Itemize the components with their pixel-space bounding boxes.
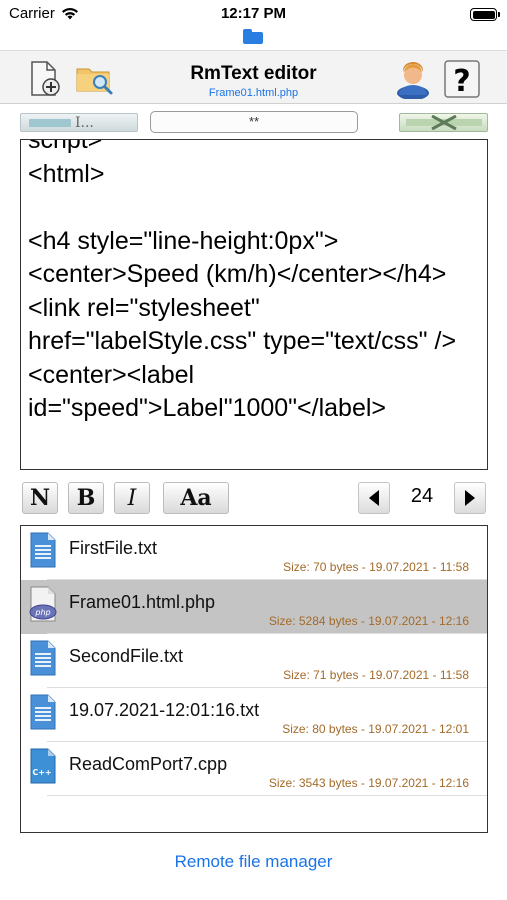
file-meta: Size: 80 bytes - 19.07.2021 - 12:01 xyxy=(282,722,469,736)
clock: 12:17 PM xyxy=(220,5,287,22)
file-row-4[interactable]: C++ ReadComPort7.cpp Size: 3543 bytes - … xyxy=(21,742,487,796)
status-bar: Carrier 12:17 PM xyxy=(0,0,507,30)
search-folder-icon xyxy=(76,68,113,95)
file-row-3[interactable]: 19.07.2021-12:01:16.txt Size: 80 bytes -… xyxy=(21,688,487,742)
txt-file-icon xyxy=(30,694,56,730)
app-title: RmText editor xyxy=(190,63,317,84)
search-field[interactable]: ** xyxy=(150,111,358,133)
page-number: 24 xyxy=(410,485,434,507)
clear-icon xyxy=(405,115,482,130)
clear-button[interactable] xyxy=(399,113,488,132)
folder-icon[interactable] xyxy=(243,29,263,44)
help-button[interactable]: ? xyxy=(442,59,482,99)
secondary-toolbar: I... ** xyxy=(0,110,507,134)
text-style-label: I... xyxy=(75,114,94,131)
bold-button[interactable]: B xyxy=(68,482,104,514)
file-name: SecondFile.txt xyxy=(69,646,184,666)
file-name: 19.07.2021-12:01:16.txt xyxy=(69,700,260,720)
editor-content[interactable]: script> <html> <h4 style="line-height:0p… xyxy=(28,140,476,426)
normal-button[interactable]: N xyxy=(22,482,58,514)
file-meta: Size: 70 bytes - 19.07.2021 - 11:58 xyxy=(283,560,469,574)
new-file-button[interactable] xyxy=(25,59,65,99)
battery-icon xyxy=(470,8,500,21)
header-toolbar: RmText editor Frame01.html.php ? xyxy=(0,50,507,104)
php-file-icon: php xyxy=(29,586,57,622)
file-row-2[interactable]: SecondFile.txt Size: 71 bytes - 19.07.20… xyxy=(21,634,487,688)
italic-button[interactable]: I xyxy=(114,482,150,514)
user-icon xyxy=(397,62,429,99)
arrow-right-icon xyxy=(465,490,475,506)
txt-file-icon xyxy=(30,640,56,676)
txt-file-icon xyxy=(30,532,56,568)
file-meta: Size: 5284 bytes - 19.07.2021 - 12:16 xyxy=(268,614,469,628)
svg-text:C++: C++ xyxy=(32,768,51,777)
format-toolbar: N B I Aa 24 xyxy=(0,480,507,516)
remote-file-manager-link[interactable]: Remote file manager xyxy=(0,852,507,872)
text-highlight-bar xyxy=(29,118,71,127)
svg-text:?: ? xyxy=(453,64,470,99)
svg-text:php: php xyxy=(34,608,50,617)
cpp-file-icon: C++ xyxy=(30,748,56,784)
file-name: FirstFile.txt xyxy=(69,538,157,558)
file-name: ReadComPort7.cpp xyxy=(69,754,228,774)
file-name: Frame01.html.php xyxy=(69,592,216,612)
file-row-1[interactable]: php Frame01.html.php Size: 5284 bytes - … xyxy=(21,580,487,634)
next-page-button[interactable] xyxy=(454,482,486,514)
new-file-icon xyxy=(31,61,60,96)
arrow-left-icon xyxy=(369,490,379,506)
open-folder-button[interactable] xyxy=(75,59,115,99)
help-icon: ? xyxy=(444,60,480,99)
font-size-button[interactable]: Aa xyxy=(163,482,229,514)
file-row-0[interactable]: FirstFile.txt Size: 70 bytes - 19.07.202… xyxy=(21,526,487,580)
file-list: FirstFile.txt Size: 70 bytes - 19.07.202… xyxy=(20,525,488,833)
text-style-button[interactable]: I... xyxy=(20,113,138,132)
prev-page-button[interactable] xyxy=(358,482,390,514)
file-meta: Size: 71 bytes - 19.07.2021 - 11:58 xyxy=(283,668,469,682)
current-file-name: Frame01.html.php xyxy=(208,87,299,99)
title-block: RmText editor Frame01.html.php xyxy=(120,63,387,99)
file-meta: Size: 3543 bytes - 19.07.2021 - 12:16 xyxy=(268,776,469,790)
text-editor[interactable]: script> <html> <h4 style="line-height:0p… xyxy=(20,139,488,470)
user-button[interactable] xyxy=(393,59,433,99)
